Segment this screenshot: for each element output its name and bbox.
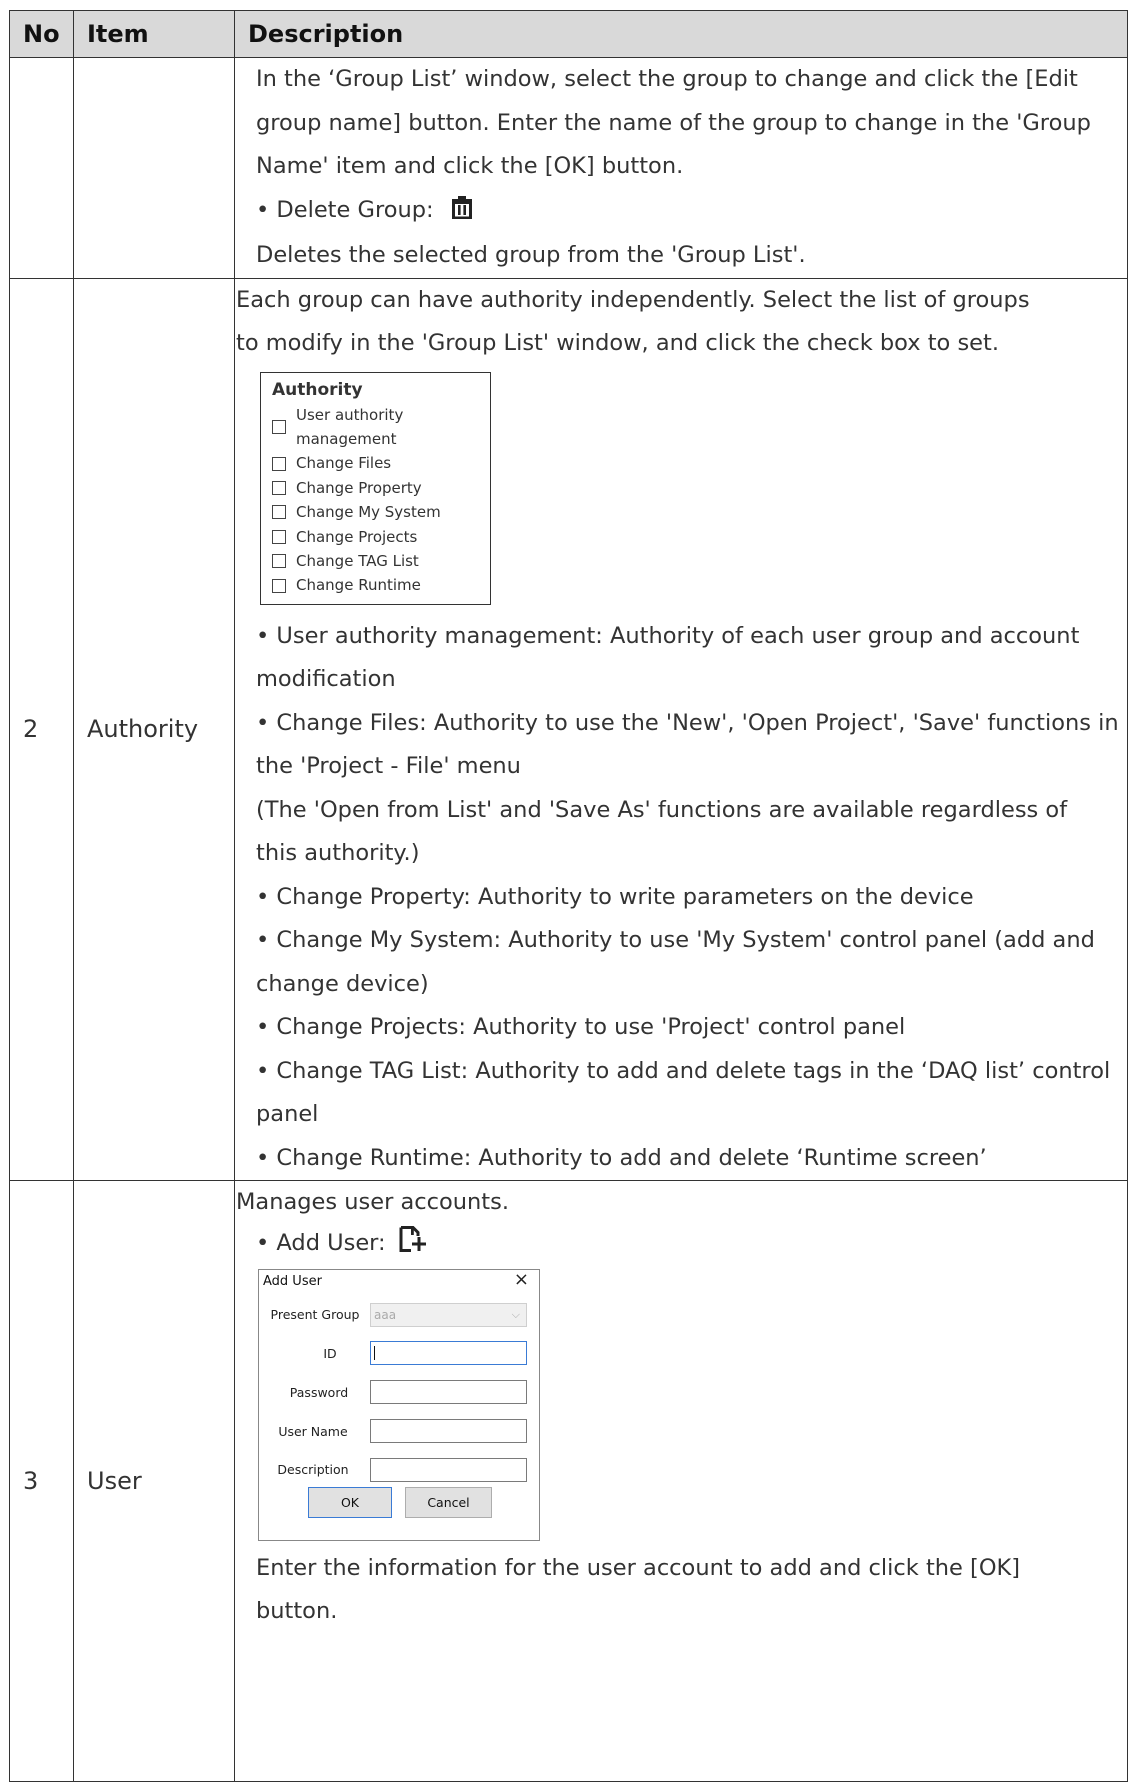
add-user-label: • Add User: [256,1229,386,1256]
authority-bullet-cont: this authority.) [256,840,420,866]
id-input[interactable] [370,1340,527,1365]
user-name-label: User Name [278,1423,348,1439]
row2-description: Each group can have authority independen… [234,277,1128,1181]
delete-group-desc: Deletes the selected group from the 'Gro… [256,242,806,268]
checkbox[interactable] [272,529,286,544]
authority-table: No Item Description In the ‘Group List’ … [9,10,1128,1782]
user-outro: Enter the information for the user accou… [256,1554,1021,1581]
user-name-input[interactable] [370,1418,527,1443]
description-label: Description [277,1461,349,1477]
header-item: Item [73,10,235,58]
row1-line: group name] button. Enter the name of th… [256,109,1091,136]
checkbox[interactable] [272,554,286,569]
authority-bullet-cont: the 'Project - File' menu [256,753,521,779]
authority-option[interactable]: Change TAG List [272,549,490,573]
present-group-label: Present Group [270,1306,360,1322]
row1-description: In the ‘Group List’ window, select the g… [234,57,1128,279]
authority-bullet: • Change Runtime: Authority to add and d… [256,1144,987,1171]
row3-description: Manages user accounts. • Add User: Add U… [234,1180,1128,1782]
checkbox[interactable] [272,505,286,520]
row2-item: Authority [73,277,235,1181]
authority-bullet: • Change Projects: Authority to use 'Pro… [256,1014,906,1040]
table-header-row: No Item Description [9,10,1128,58]
delete-group-label: • Delete Group: [256,196,434,223]
present-group-select: aaa ⌵ [370,1302,527,1327]
row1-line: In the ‘Group List’ window, select the g… [256,66,1078,92]
password-label: Password [289,1384,349,1400]
checkbox[interactable] [272,480,286,495]
row3-no: 3 [9,1180,74,1782]
table-row: 3 User Manages user accounts. • Add User… [9,1180,1128,1782]
user-outro: button. [256,1598,338,1624]
authority-checkbox-panel: Authority User authority management Chan… [260,371,491,605]
authority-option-label: Change Files [296,454,392,473]
authority-bullet-cont: (The 'Open from List' and 'Save As' func… [256,796,1068,823]
authority-bullet: • User authority management: Authority o… [256,622,1080,649]
checkbox[interactable] [272,419,286,434]
chevron-down-icon: ⌵ [511,1307,520,1321]
authority-option-label: Change Projects [296,527,418,546]
close-icon[interactable]: × [514,1270,529,1288]
header-description: Description [234,10,1128,58]
description-input[interactable] [370,1457,527,1482]
authority-option-label: User authority management [296,405,404,448]
authority-option[interactable]: User authority management [272,403,490,452]
table-row: 2 Authority Each group can have authorit… [9,277,1128,1181]
header-no: No [9,10,74,58]
authority-bullet: • Change Property: Authority to write pa… [256,883,974,910]
authority-option-label: Change TAG List [296,551,419,570]
dialog-titlebar: Add User × [259,1270,539,1296]
row1-line: Name' item and click the [OK] button. [256,153,684,179]
text-caret [374,1345,375,1360]
add-user-dialog: Add User × Present Group aaa ⌵ ID Passwo… [258,1268,540,1541]
authority-option-label: Change My System [296,503,441,522]
dialog-title: Add User [263,1273,322,1289]
authority-option-label: Change Runtime [296,576,421,595]
trash-icon [451,191,473,235]
table-row: In the ‘Group List’ window, select the g… [9,57,1128,279]
authority-bullet-cont: panel [256,1101,319,1127]
authority-option[interactable]: Change Runtime [272,573,490,597]
document-page: No Item Description In the ‘Group List’ … [0,0,1130,1782]
authority-option[interactable]: Change Property [272,476,490,500]
password-input[interactable] [370,1379,527,1404]
add-document-icon [399,1225,427,1263]
authority-bullet-cont: modification [256,666,396,692]
authority-intro: Each group can have authority independen… [236,286,1030,313]
add-user-bullet: • Add User: [235,1225,1127,1263]
cancel-button[interactable]: Cancel [405,1486,492,1518]
id-label: ID [323,1345,337,1361]
user-intro: Manages user accounts. [236,1189,509,1215]
delete-group-bullet: • Delete Group: [235,189,1127,235]
authority-option[interactable]: Change Files [272,451,490,475]
authority-bullet: • Change Files: Authority to use the 'Ne… [256,709,1119,736]
row1-no [9,57,74,279]
checkbox[interactable] [272,456,286,471]
checkbox[interactable] [272,578,286,593]
present-group-value: aaa [374,1307,397,1322]
row2-no: 2 [9,277,74,1181]
row3-item: User [73,1180,235,1782]
row1-item [73,57,235,279]
authority-bullet: • Change TAG List: Authority to add and … [256,1057,1111,1084]
authority-option[interactable]: Change My System [272,500,490,524]
authority-panel-title: Authority [272,379,363,400]
authority-intro: to modify in the 'Group List' window, an… [236,330,999,356]
authority-option[interactable]: Change Projects [272,525,490,549]
authority-bullet: • Change My System: Authority to use 'My… [256,927,1095,953]
authority-bullet-cont: change device) [256,970,429,997]
authority-option-label: Change Property [296,478,422,497]
ok-button[interactable]: OK [308,1486,392,1518]
